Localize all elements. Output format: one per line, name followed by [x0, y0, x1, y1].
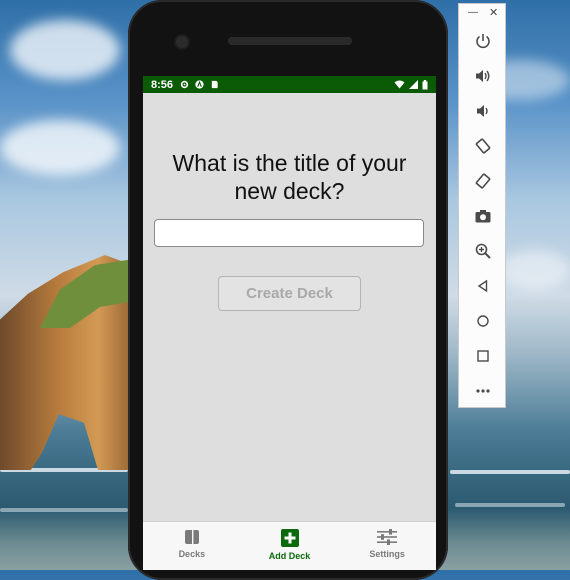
earpiece-speaker [228, 37, 352, 45]
zoom-icon [475, 243, 491, 259]
volume-down-button[interactable] [471, 99, 495, 123]
power-button[interactable] [471, 29, 495, 53]
more-icon [476, 389, 490, 393]
cloud [10, 20, 120, 80]
camera-icon [475, 210, 491, 223]
plus-box-icon [280, 529, 299, 547]
book-icon [184, 530, 199, 544]
minimize-icon[interactable]: — [468, 7, 478, 18]
tab-decks-label: Decks [178, 549, 206, 559]
wave [455, 503, 565, 507]
emulator-toolbar: — ✕ [458, 3, 506, 408]
sliders-icon [377, 529, 398, 545]
wave [0, 508, 128, 512]
deck-title-input[interactable] [154, 219, 424, 247]
signal-icon [409, 80, 418, 89]
tab-settings-label: Settings [369, 549, 405, 559]
wifi-icon [394, 80, 405, 89]
cloud [500, 250, 570, 290]
back-button[interactable] [471, 274, 495, 298]
more-button[interactable] [471, 379, 495, 403]
title-line-2: new deck? [234, 178, 345, 204]
front-camera [176, 36, 188, 48]
page-title: What is the title of your new deck? [163, 149, 416, 205]
gear-icon [180, 80, 189, 89]
toolbar-window-controls: — ✕ [459, 7, 505, 21]
app-screen: 8:56 What is the title of your new deck?… [143, 76, 436, 570]
rotate-right-button[interactable] [471, 169, 495, 193]
tab-settings[interactable]: Settings [338, 522, 436, 570]
home-button[interactable] [471, 309, 495, 333]
tab-decks[interactable]: Decks [143, 522, 241, 570]
a-circle-icon [195, 80, 204, 89]
status-bar: 8:56 [143, 76, 436, 93]
screenshot-button[interactable] [471, 204, 495, 228]
volume-down-icon [477, 105, 488, 117]
home-icon [477, 315, 489, 327]
tab-add-deck[interactable]: Add Deck [241, 522, 339, 570]
rotate-left-button[interactable] [471, 134, 495, 158]
rotate-left-icon [475, 138, 491, 154]
back-icon [477, 279, 488, 293]
create-deck-button[interactable]: Create Deck [218, 276, 361, 311]
status-time: 8:56 [151, 78, 174, 91]
sd-card-icon [211, 80, 218, 89]
overview-icon [477, 350, 489, 362]
overview-button[interactable] [471, 344, 495, 368]
status-right-icons [394, 79, 428, 90]
rotate-right-icon [475, 173, 491, 189]
power-icon [476, 34, 490, 49]
battery-icon [422, 79, 428, 89]
title-line-1: What is the title of your [172, 150, 407, 176]
bottom-tab-bar: Decks Add Deck Settings [143, 521, 436, 570]
zoom-button[interactable] [471, 239, 495, 263]
wave [450, 470, 570, 474]
tab-add-deck-label: Add Deck [268, 551, 311, 561]
volume-up-icon [476, 70, 490, 82]
volume-up-button[interactable] [471, 64, 495, 88]
close-icon[interactable]: ✕ [489, 6, 498, 19]
cloud [0, 120, 120, 175]
